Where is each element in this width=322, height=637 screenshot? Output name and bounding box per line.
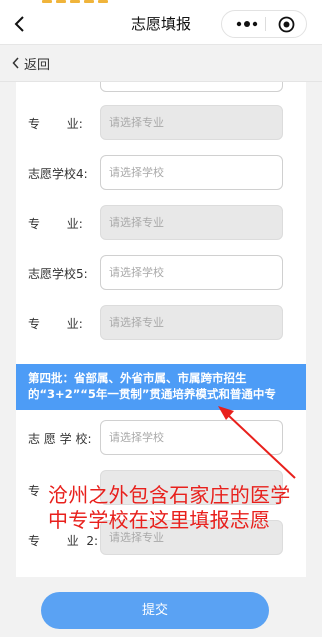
- submit-button[interactable]: 提交: [41, 592, 269, 629]
- annotation-note: 沧州之外包含石家庄的医学中专学校在这里填报志愿: [48, 483, 291, 532]
- annotation-arrow-icon: [218, 406, 296, 479]
